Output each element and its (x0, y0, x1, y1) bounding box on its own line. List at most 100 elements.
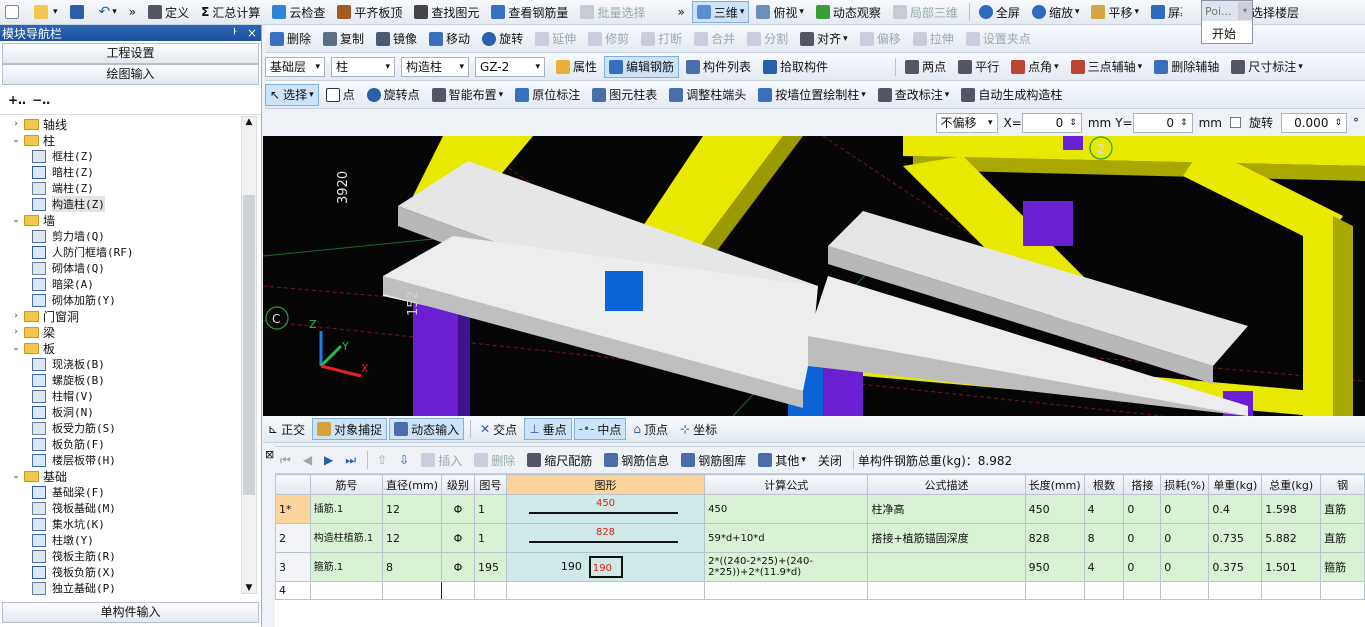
empty-cell[interactable] (473, 581, 507, 600)
cell-total-w[interactable]: 1.598 (1261, 494, 1322, 524)
y-input[interactable]: 0 ⇕ (1132, 112, 1193, 133)
column-header[interactable]: 公式描述 (867, 474, 1026, 495)
define-button[interactable]: 定义 (143, 1, 194, 23)
dynamic-orbit-button[interactable]: 动态观察 (811, 1, 886, 23)
two-point-axis-button[interactable]: 两点 (900, 56, 951, 78)
dimension-button[interactable]: 尺寸标注 ▾ (1226, 56, 1308, 78)
split-button[interactable]: 分割 (742, 28, 793, 50)
tree-item[interactable]: › 门窗洞 (2, 308, 240, 324)
midpoint-button[interactable]: -•- 中点 (573, 418, 627, 440)
collapse-icon[interactable]: ⌄ (10, 343, 22, 353)
cell-extra[interactable]: 直筋 (1320, 523, 1365, 553)
scroll-thumb[interactable] (243, 195, 255, 495)
tree-item[interactable]: 独立基础(P) (2, 580, 240, 596)
column-header[interactable]: 计算公式 (704, 474, 869, 495)
empty-cell[interactable] (382, 581, 443, 600)
tree-item[interactable]: 剪力墙(Q) (2, 228, 240, 244)
tree-scrollbar[interactable]: ▲ ▼ (241, 116, 257, 594)
cell-shape[interactable]: 450 (505, 494, 706, 524)
empty-cell[interactable] (704, 581, 869, 600)
object-snap-button[interactable]: 对象捕捉 (312, 418, 388, 440)
column-header[interactable]: 总重(kg) (1261, 474, 1322, 495)
scroll-down-icon[interactable]: ▼ (242, 583, 256, 593)
move-down-icon[interactable]: ⇩ (394, 449, 414, 471)
cell-loss[interactable]: 0 (1160, 552, 1210, 582)
cell-lap[interactable]: 0 (1123, 494, 1162, 524)
cell-count[interactable]: 8 (1083, 523, 1125, 553)
delete-button[interactable]: 删除 (265, 28, 316, 50)
column-header[interactable]: 直径(mm) (382, 474, 443, 495)
overflow-icon[interactable]: » (124, 1, 141, 23)
rotate-point-button[interactable]: 旋转点 (362, 84, 425, 106)
intersection-button[interactable]: ✕ 交点 (475, 418, 522, 440)
parallel-axis-button[interactable]: 平行 (953, 56, 1004, 78)
tree-item[interactable]: 人防门框墙(RF) (2, 244, 240, 260)
align-slab-top-button[interactable]: 平齐板顶 (332, 1, 407, 23)
rotate-input[interactable]: 0.000 ⇕ (1281, 112, 1347, 133)
select-button[interactable]: ↖ 选择 ▾ (265, 83, 319, 106)
batch-select-button[interactable]: 批量选择 (575, 1, 650, 23)
cell-fig-no[interactable]: 1 (473, 494, 507, 524)
cell-formula[interactable]: 2*((240-2*25)+(240-2*25))+2*(11.9*d) (704, 552, 869, 582)
single-component-input-button[interactable]: 单构件输入 (2, 602, 259, 623)
row-number[interactable]: 2 (275, 523, 311, 553)
tree-item[interactable]: ⌄ 板 (2, 340, 240, 356)
merge-button[interactable]: 合并 (689, 28, 740, 50)
3d-viewport[interactable]: 3920 152 C 2 Z Y X (263, 136, 1365, 416)
cell-extra[interactable]: 箍筋 (1320, 552, 1365, 582)
next-record-icon[interactable]: ▶ (319, 449, 338, 471)
column-header[interactable]: 根数 (1083, 474, 1125, 495)
close-icon[interactable]: × (247, 26, 257, 40)
cell-loss[interactable]: 0 (1160, 523, 1210, 553)
summary-calc-button[interactable]: Σ 汇总计算 (196, 1, 265, 23)
empty-cell[interactable] (1261, 581, 1322, 600)
tree-item[interactable]: 筏板主筋(R) (2, 548, 240, 564)
tree-item[interactable]: › 梁 (2, 324, 240, 340)
expand-all-icon[interactable]: +‥ (8, 93, 26, 107)
empty-cell[interactable] (309, 581, 384, 600)
tree-item[interactable]: 筏板负筋(X) (2, 564, 240, 580)
rotate-checkbox[interactable] (1229, 117, 1241, 128)
cell-len[interactable]: 450 (1024, 494, 1085, 524)
tree-item[interactable]: 板受力筋(S) (2, 420, 240, 436)
row-number[interactable]: 4 (275, 581, 311, 600)
empty-cell[interactable] (1320, 581, 1365, 600)
rotate-button[interactable]: 旋转 (477, 28, 528, 50)
row-number[interactable]: 3 (275, 552, 311, 582)
undo-icon[interactable]: ↶ ▾ (94, 1, 122, 23)
move-up-icon[interactable]: ⇧ (372, 449, 392, 471)
layer-select[interactable]: 基础层 ▾ (265, 56, 325, 77)
screen-rotate-button[interactable]: 屏幕旋转 (1146, 1, 1187, 23)
close-grid-button[interactable]: 关闭 (813, 449, 847, 471)
cell-formula[interactable]: 450 (704, 494, 869, 524)
adjust-column-end-button[interactable]: 调整柱端头 (664, 84, 751, 106)
component-select[interactable]: GZ-2 ▾ (475, 56, 545, 77)
tree-item[interactable]: ⌄ 柱 (2, 132, 240, 148)
point-button[interactable]: 点 (321, 84, 360, 106)
open-file-icon[interactable]: ▾ (29, 1, 63, 23)
cell-desc[interactable] (867, 552, 1026, 582)
empty-cell[interactable] (1083, 581, 1125, 600)
last-record-icon[interactable]: ⏭ (340, 449, 361, 471)
edit-label-button[interactable]: 查改标注 ▾ (873, 84, 955, 106)
cell-total-w[interactable]: 5.882 (1261, 523, 1322, 553)
three-point-axis-button[interactable]: 三点辅轴 ▾ (1066, 56, 1148, 78)
perpendicular-button[interactable]: ⊥ 垂点 (524, 418, 572, 440)
save-icon[interactable] (65, 1, 92, 23)
collapse-icon[interactable]: ⌄ (10, 215, 22, 225)
cell-unit-w[interactable]: 0.4 (1208, 494, 1263, 524)
copy-button[interactable]: 复制 (318, 28, 369, 50)
table-row[interactable]: 3 箍筋.1 8 Φ 195 190 190 2*((240-2*25)+(240-2*25)… (275, 552, 1365, 582)
properties-button[interactable]: 属性 (551, 56, 602, 78)
column-header[interactable] (275, 474, 311, 495)
cell-fig-no[interactable]: 195 (473, 552, 507, 582)
new-file-icon[interactable] (0, 1, 27, 23)
cell-grade[interactable]: Φ (441, 523, 475, 553)
cell-fig-no[interactable]: 1 (473, 523, 507, 553)
pick-component-button[interactable]: 拾取构件 (758, 56, 833, 78)
cloud-check-button[interactable]: 云检查 (267, 1, 330, 23)
cell-extra[interactable]: 直筋 (1320, 494, 1365, 524)
overflow-icon-2[interactable]: » (672, 1, 689, 23)
cell-len[interactable]: 950 (1024, 552, 1085, 582)
auto-gen-column-button[interactable]: 自动生成构造柱 (956, 84, 1067, 106)
